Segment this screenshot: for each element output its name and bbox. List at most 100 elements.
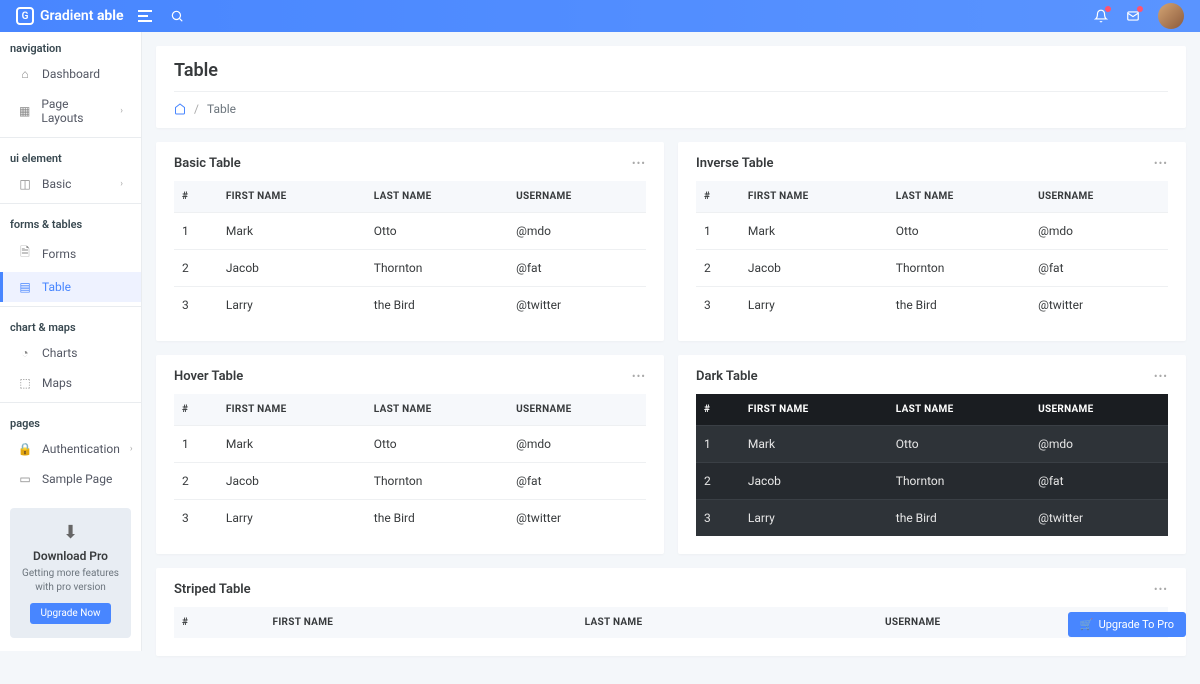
striped-table: # FIRST NAME LAST NAME USERNAME bbox=[174, 607, 1168, 638]
cell-last: the Bird bbox=[888, 287, 1030, 324]
cell-user: @mdo bbox=[1030, 213, 1168, 250]
nav-section-charts: chart & maps bbox=[0, 311, 141, 338]
main-content: Table / Table Basic Table ••• # FIRST bbox=[142, 32, 1200, 684]
table-row: 3Larrythe Bird@twitter bbox=[174, 500, 646, 537]
sidebar: navigation ⌂ Dashboard ▦ Page Layouts › … bbox=[0, 32, 142, 651]
col-first: FIRST NAME bbox=[218, 181, 366, 213]
inverse-table: # FIRST NAME LAST NAME USERNAME 1MarkOtt… bbox=[696, 181, 1168, 323]
more-icon[interactable]: ••• bbox=[632, 370, 646, 383]
cell-n: 2 bbox=[696, 250, 740, 287]
brand-name: Gradient able bbox=[40, 8, 124, 24]
col-first: FIRST NAME bbox=[740, 394, 888, 426]
col-user: USERNAME bbox=[508, 181, 646, 213]
topbar: G Gradient able bbox=[0, 0, 1200, 32]
bell-icon[interactable] bbox=[1094, 9, 1108, 23]
cell-n: 2 bbox=[696, 463, 740, 500]
page-header: Table / Table bbox=[156, 46, 1186, 128]
sidebar-item-authentication[interactable]: 🔒 Authentication › bbox=[0, 434, 141, 464]
cell-last: Otto bbox=[366, 213, 508, 250]
col-user: USERNAME bbox=[1030, 181, 1168, 213]
cell-user: @fat bbox=[508, 463, 646, 500]
cell-first: Larry bbox=[740, 287, 888, 324]
chevron-right-icon: › bbox=[120, 106, 123, 116]
more-icon[interactable]: ••• bbox=[1154, 370, 1168, 383]
promo-box: ⬇ Download Pro Getting more features wit… bbox=[10, 508, 131, 638]
col-last: LAST NAME bbox=[366, 394, 508, 426]
cell-first: Larry bbox=[218, 287, 366, 324]
file-icon: 🗎 bbox=[18, 243, 32, 264]
home-icon[interactable] bbox=[174, 103, 186, 115]
cell-first: Jacob bbox=[740, 463, 888, 500]
chevron-right-icon: › bbox=[120, 179, 123, 189]
sidebar-item-forms[interactable]: 🗎 Forms bbox=[0, 235, 141, 272]
breadcrumb-separator: / bbox=[194, 102, 199, 116]
cell-n: 3 bbox=[696, 500, 740, 537]
search-icon[interactable] bbox=[170, 9, 184, 23]
nav-section-pages: pages bbox=[0, 407, 141, 434]
col-num: # bbox=[174, 394, 218, 426]
hover-table: # FIRST NAME LAST NAME USERNAME 1MarkOtt… bbox=[174, 394, 646, 536]
sidebar-item-dashboard[interactable]: ⌂ Dashboard bbox=[0, 59, 141, 89]
cell-last: the Bird bbox=[366, 287, 508, 324]
chevron-right-icon: › bbox=[130, 444, 133, 454]
cell-n: 1 bbox=[174, 426, 218, 463]
sidebar-item-label: Authentication bbox=[42, 442, 120, 456]
cell-last: Thornton bbox=[888, 463, 1030, 500]
sidebar-item-maps[interactable]: ⬚ Maps bbox=[0, 368, 141, 398]
cell-user: @fat bbox=[508, 250, 646, 287]
more-icon[interactable]: ••• bbox=[632, 157, 646, 170]
cell-first: Larry bbox=[740, 500, 888, 537]
card-title: Basic Table bbox=[174, 156, 241, 171]
sidebar-item-label: Sample Page bbox=[42, 472, 112, 486]
sidebar-item-basic[interactable]: ◫ Basic › bbox=[0, 169, 141, 199]
col-num: # bbox=[174, 181, 218, 213]
col-last: LAST NAME bbox=[888, 394, 1030, 426]
sidebar-item-charts[interactable]: ◔ Charts bbox=[0, 338, 141, 368]
sidebar-item-label: Basic bbox=[42, 177, 71, 191]
table-row: 1MarkOtto@mdo bbox=[174, 426, 646, 463]
cell-user: @twitter bbox=[1030, 287, 1168, 324]
brand-logo[interactable]: G Gradient able bbox=[16, 7, 124, 25]
cell-n: 1 bbox=[696, 426, 740, 463]
upgrade-now-button[interactable]: Upgrade Now bbox=[30, 603, 110, 624]
cell-first: Mark bbox=[218, 426, 366, 463]
layout-icon: ▦ bbox=[18, 104, 31, 118]
cell-first: Mark bbox=[218, 213, 366, 250]
nav-section-ui: ui element bbox=[0, 142, 141, 169]
col-first: FIRST NAME bbox=[740, 181, 888, 213]
col-last: LAST NAME bbox=[366, 181, 508, 213]
cell-last: Otto bbox=[888, 426, 1030, 463]
cell-user: @mdo bbox=[1030, 426, 1168, 463]
cell-user: @twitter bbox=[508, 287, 646, 324]
mail-icon[interactable] bbox=[1126, 9, 1140, 23]
cell-user: @twitter bbox=[508, 500, 646, 537]
more-icon[interactable]: ••• bbox=[1154, 583, 1168, 596]
cell-first: Larry bbox=[218, 500, 366, 537]
cell-user: @twitter bbox=[1030, 500, 1168, 537]
cell-n: 2 bbox=[174, 463, 218, 500]
sidebar-item-sample-page[interactable]: ▭ Sample Page bbox=[0, 464, 141, 494]
nav-section-forms: forms & tables bbox=[0, 208, 141, 235]
card-title: Hover Table bbox=[174, 369, 243, 384]
sidebar-item-table[interactable]: ▤ Table bbox=[0, 272, 141, 302]
cell-first: Jacob bbox=[218, 250, 366, 287]
cell-first: Mark bbox=[740, 213, 888, 250]
sidebar-item-label: Page Layouts bbox=[41, 97, 110, 125]
table-row: 3Larrythe Bird@twitter bbox=[696, 500, 1168, 537]
download-icon: ⬇ bbox=[18, 522, 123, 543]
more-icon[interactable]: ••• bbox=[1154, 157, 1168, 170]
card-title: Dark Table bbox=[696, 369, 758, 384]
col-user: USERNAME bbox=[508, 394, 646, 426]
avatar[interactable] bbox=[1158, 3, 1184, 29]
table-row: 2JacobThornton@fat bbox=[696, 463, 1168, 500]
promo-desc: Getting more features with pro version bbox=[18, 567, 123, 595]
sidebar-item-label: Table bbox=[42, 280, 71, 294]
sidebar-item-label: Forms bbox=[42, 247, 76, 261]
upgrade-to-pro-button[interactable]: 🛒 Upgrade To Pro bbox=[1068, 612, 1186, 637]
cell-n: 3 bbox=[174, 500, 218, 537]
dark-table: # FIRST NAME LAST NAME USERNAME 1MarkOtt… bbox=[696, 394, 1168, 536]
menu-toggle-icon[interactable] bbox=[138, 10, 152, 22]
card-title: Striped Table bbox=[174, 582, 251, 597]
card-striped-table: Striped Table ••• # FIRST NAME LAST NAME… bbox=[156, 568, 1186, 656]
sidebar-item-page-layouts[interactable]: ▦ Page Layouts › bbox=[0, 89, 141, 133]
